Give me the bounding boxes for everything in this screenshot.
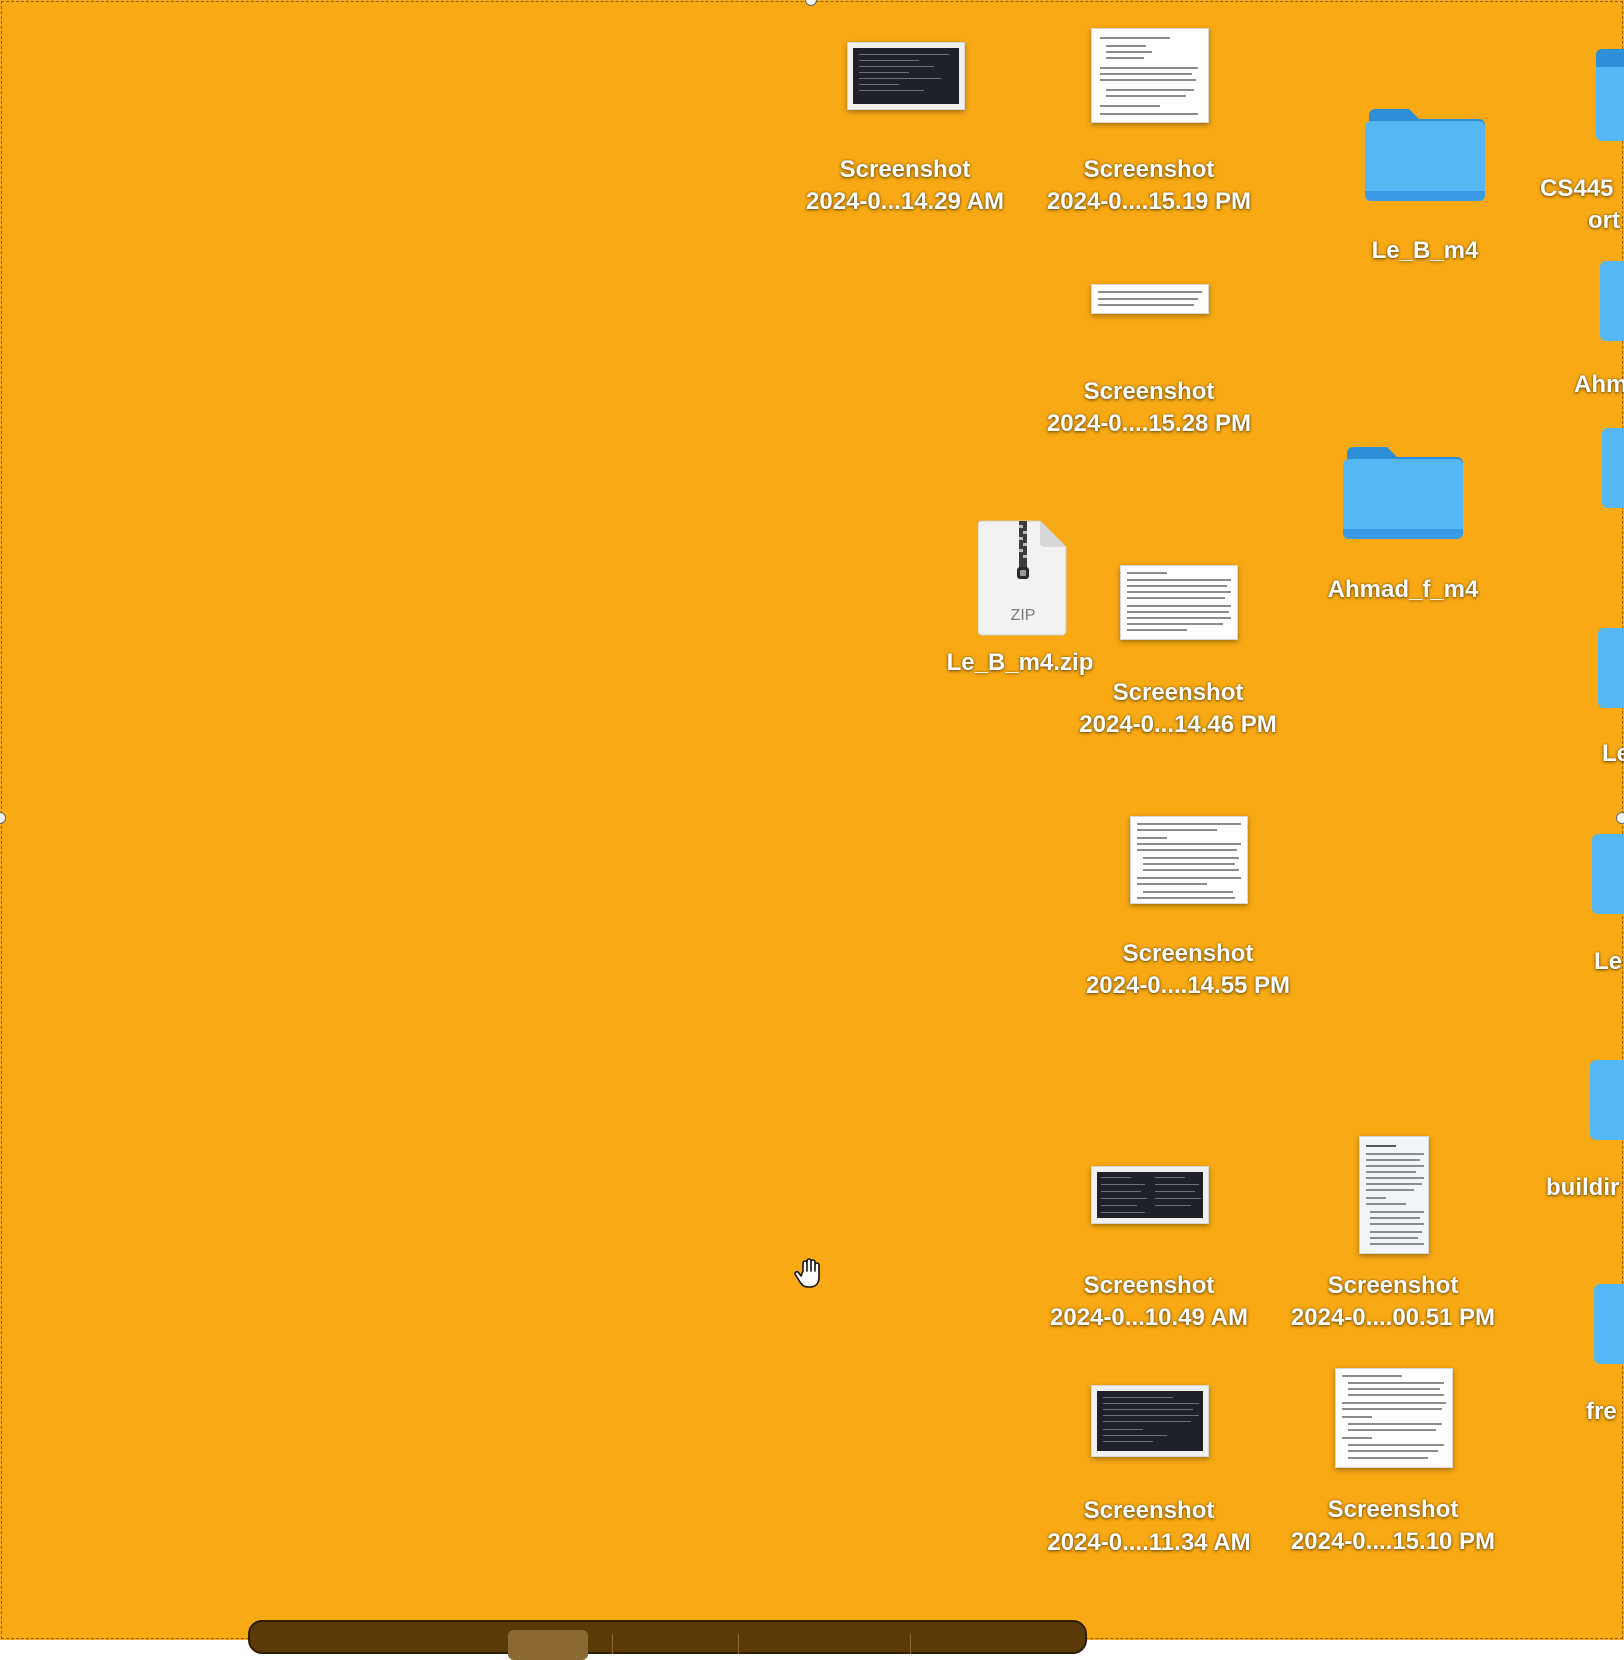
icon-label: Screenshot — [1327, 1496, 1459, 1523]
desktop-icon-screenshot-1049[interactable]: Screenshot 2024-0...10.49 AM — [1034, 1164, 1264, 1344]
desktop-icon-folder-ahmad-f-m4[interactable]: Ahmad_f_m4 — [1303, 443, 1503, 613]
icon-label: fre — [1586, 1398, 1617, 1425]
desktop-icon-screenshot-1429[interactable]: Screenshot 2024-0...14.29 AM — [790, 38, 1020, 218]
desktop-icon-folder-edge-3[interactable] — [1530, 412, 1624, 522]
dock[interactable] — [248, 1620, 1087, 1660]
desktop-icon-screenshot-1519[interactable]: Screenshot 2024-0....15.19 PM — [1034, 26, 1264, 216]
icon-label: Screenshot — [1083, 378, 1215, 405]
desktop-icon-folder-le-b-m4[interactable]: Le_B_m4 — [1330, 105, 1520, 275]
desktop-icon-folder-edge-fre[interactable]: fre — [1530, 1268, 1624, 1428]
desktop-icon-folder-edge-ahm[interactable]: Ahm — [1530, 245, 1624, 405]
desktop-icon-screenshot-1528[interactable]: Screenshot 2024-0....15.28 PM — [1034, 282, 1264, 442]
icon-sublabel: 2024-0....15.10 PM — [1290, 1528, 1496, 1555]
icon-sublabel: 2024-0....14.55 PM — [1085, 972, 1291, 999]
icon-sublabel: 2024-0...14.29 AM — [806, 188, 1004, 215]
folder-icon — [1365, 109, 1485, 201]
folder-icon — [1596, 49, 1624, 141]
selection-handle-left[interactable] — [0, 812, 6, 824]
icon-label: buildir — [1546, 1174, 1620, 1201]
dock-separator — [738, 1634, 739, 1654]
icon-sublabel: 2024-0...10.49 AM — [1050, 1304, 1248, 1331]
screenshot-thumbnail — [1130, 816, 1248, 904]
folder-icon — [1602, 428, 1624, 508]
folder-icon — [1600, 261, 1624, 341]
icon-label: Screenshot — [1083, 156, 1215, 183]
icon-label: CS445 — [1540, 175, 1614, 202]
dock-separator — [910, 1634, 911, 1654]
screenshot-thumbnail — [1091, 28, 1209, 123]
icon-sublabel: 2024-0....15.19 PM — [1046, 188, 1252, 215]
desktop-icon-folder-edge-le-2[interactable]: Le — [1530, 818, 1624, 978]
desktop-icon-screenshot-1446[interactable]: Screenshot 2024-0...14.46 PM — [1063, 563, 1293, 743]
desktop-icon-folder-edge-building[interactable]: buildir — [1530, 1044, 1624, 1204]
icon-label: Ahmad_f_m4 — [1327, 576, 1479, 603]
hand-cursor-icon — [794, 1258, 820, 1288]
icon-label: Screenshot — [1122, 940, 1254, 967]
icon-sublabel: 2024-0....15.28 PM — [1046, 410, 1252, 437]
screenshot-thumbnail — [1091, 1385, 1209, 1457]
icon-sublabel: 2024-0....00.51 PM — [1290, 1304, 1496, 1331]
folder-icon — [1598, 628, 1624, 708]
icon-label: Ahm — [1574, 371, 1624, 398]
folder-icon — [1590, 1060, 1624, 1140]
screenshot-thumbnail — [1335, 1368, 1453, 1468]
desktop: Screenshot 2024-0...14.29 AM Screenshot … — [0, 0, 1624, 1660]
folder-icon — [1594, 1284, 1624, 1364]
zip-badge: ZIP — [1010, 607, 1036, 624]
icon-label: Screenshot — [1112, 679, 1244, 706]
icon-sublabel: 2024-0...14.46 PM — [1079, 711, 1277, 738]
screenshot-thumbnail — [1359, 1136, 1429, 1254]
dock-item[interactable] — [508, 1630, 588, 1660]
icon-label: Screenshot — [839, 156, 971, 183]
desktop-icon-screenshot-0051[interactable]: Screenshot 2024-0....00.51 PM — [1278, 1134, 1508, 1344]
folder-icon — [1592, 834, 1624, 914]
icon-sublabel: ort — [1588, 207, 1620, 234]
desktop-icon-folder-edge-cs445[interactable]: CS445 ort — [1530, 45, 1624, 245]
icon-label: Screenshot — [1083, 1272, 1215, 1299]
screenshot-thumbnail — [1091, 284, 1209, 314]
screenshot-thumbnail — [1120, 565, 1238, 640]
screenshot-thumbnail — [1091, 1166, 1209, 1224]
desktop-icon-screenshot-1134[interactable]: Screenshot 2024-0....11.34 AM — [1034, 1383, 1264, 1563]
icon-sublabel: 2024-0....11.34 AM — [1047, 1529, 1251, 1556]
icon-label: Le — [1602, 740, 1624, 767]
desktop-icon-screenshot-1455[interactable]: Screenshot 2024-0....14.55 PM — [1073, 814, 1303, 1004]
icon-label: Screenshot — [1083, 1497, 1215, 1524]
icon-label: Screenshot — [1327, 1272, 1459, 1299]
desktop-icon-folder-edge-le-1[interactable]: Le — [1530, 612, 1624, 772]
dock-separator — [612, 1634, 613, 1654]
screenshot-thumbnail — [847, 42, 965, 110]
icon-label: Le_B_m4 — [1371, 237, 1479, 264]
icon-label: Le — [1594, 948, 1623, 975]
folder-icon — [1343, 447, 1463, 539]
selection-handle-top[interactable] — [805, 0, 817, 6]
desktop-icon-screenshot-1510[interactable]: Screenshot 2024-0....15.10 PM — [1278, 1366, 1508, 1566]
